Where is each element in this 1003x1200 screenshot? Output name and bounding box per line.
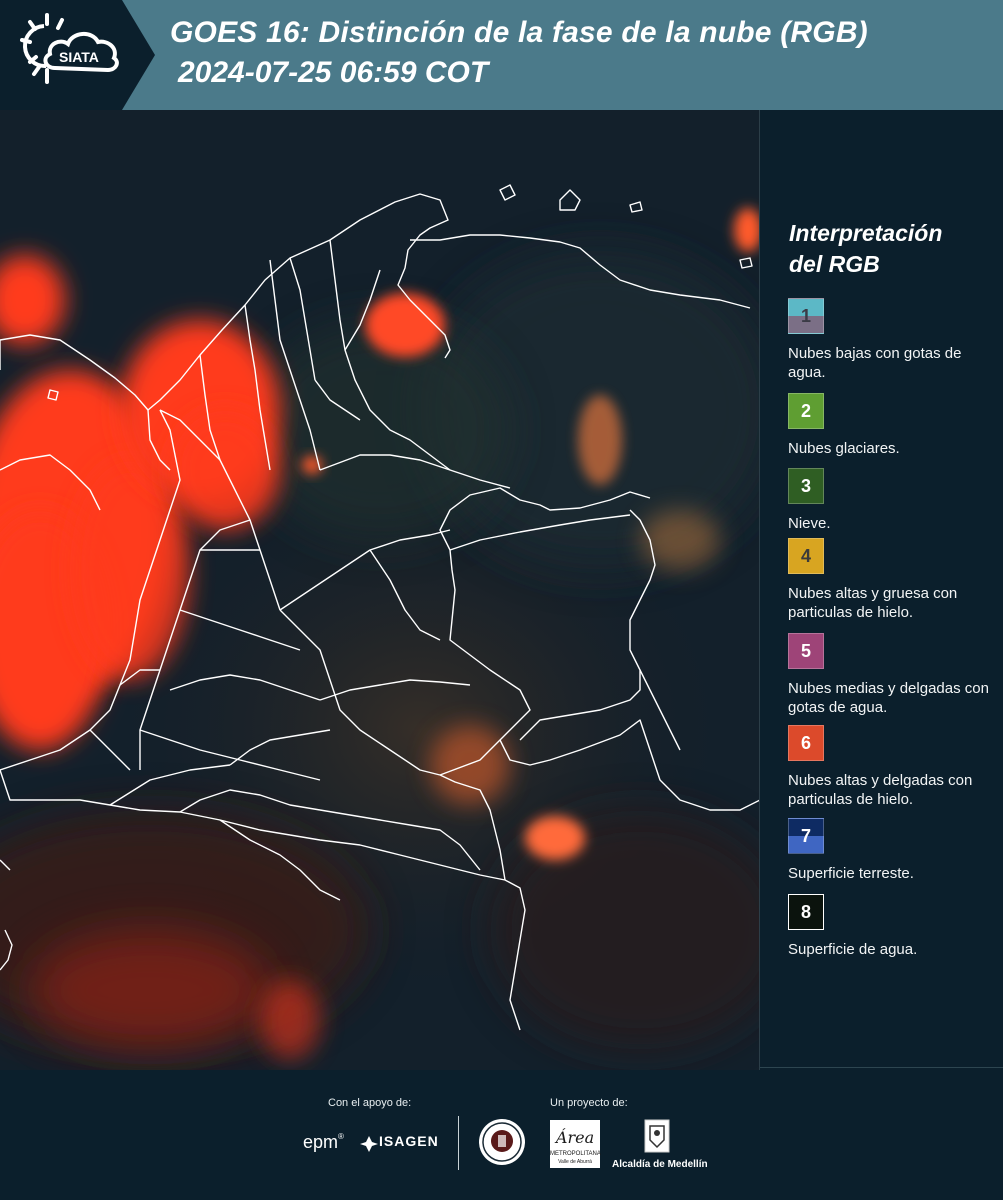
legend-title-line2: del RGB	[789, 251, 880, 277]
legend-number-2: 2	[800, 401, 811, 421]
project-label: Un proyecto de:	[550, 1097, 628, 1109]
area-metropolitana-text: METROPOLITANA	[550, 1151, 601, 1157]
legend-label-4: Nubes altas y gruesa con particulas de h…	[788, 585, 958, 621]
alcaldia-text: Alcaldía de Medellín	[612, 1159, 708, 1170]
support-label: Con el apoyo de:	[328, 1097, 412, 1109]
isagen-logo-text: ISAGEN	[379, 1133, 439, 1149]
legend-title: Interpretación del RGB	[789, 218, 942, 280]
legend-number-7: 7	[800, 826, 811, 846]
area-metropolitana-logo: Área METROPOLITANA Valle de Aburrá	[550, 1120, 601, 1168]
page-datetime: 2024-07-25 06:59 COT	[178, 56, 489, 89]
legend-number-6: 6	[800, 733, 811, 753]
siata-logo-text: SIATA	[59, 49, 99, 65]
legend-label-5: Nubes medias y delgadas con gotas de agu…	[788, 680, 989, 716]
legend-label-3: Nieve.	[788, 515, 831, 532]
legend-panel: Interpretación del RGB 1 Nubes bajas con…	[760, 110, 1003, 1068]
alcaldia-logo: Alcaldía de Medellín	[612, 1118, 708, 1174]
seal-logo	[477, 1117, 527, 1172]
area-word: Área	[555, 1128, 595, 1147]
legend-title-line1: Interpretación	[789, 220, 943, 246]
epm-logo: epm®	[303, 1132, 344, 1152]
siata-logo: SIATA	[0, 0, 155, 110]
legend-number-8: 8	[800, 902, 811, 922]
footer: Con el apoyo de: Un proyecto de: epm® IS…	[0, 1070, 1003, 1200]
legend-number-5: 5	[800, 641, 811, 661]
satellite-map	[0, 110, 760, 1070]
legend-label-1: Nubes bajas con gotas de agua.	[788, 345, 962, 381]
page-title: GOES 16: Distinción de la fase de la nub…	[170, 16, 868, 49]
isagen-icon	[360, 1136, 378, 1152]
legend-label-6: Nubes altas y delgadas con particulas de…	[788, 772, 973, 808]
area-sub-text: Valle de Aburrá	[558, 1159, 592, 1165]
alcaldia-shield-icon	[644, 1119, 670, 1153]
legend-number-4: 4	[800, 546, 811, 566]
epm-logo-text: epm	[303, 1132, 339, 1152]
legend-number-1: 1	[800, 306, 811, 326]
legend-label-8: Superficie de agua.	[788, 941, 918, 958]
legend-divider	[760, 1067, 1003, 1068]
isagen-logo: ISAGEN	[360, 1132, 440, 1156]
legend-label-7: Superficie terreste.	[788, 865, 914, 882]
legend-number-3: 3	[800, 476, 811, 496]
legend-label-2: Nubes glaciares.	[788, 440, 900, 457]
header: SIATA GOES 16: Distinción de la fase de …	[0, 0, 1003, 110]
footer-divider	[458, 1116, 459, 1170]
